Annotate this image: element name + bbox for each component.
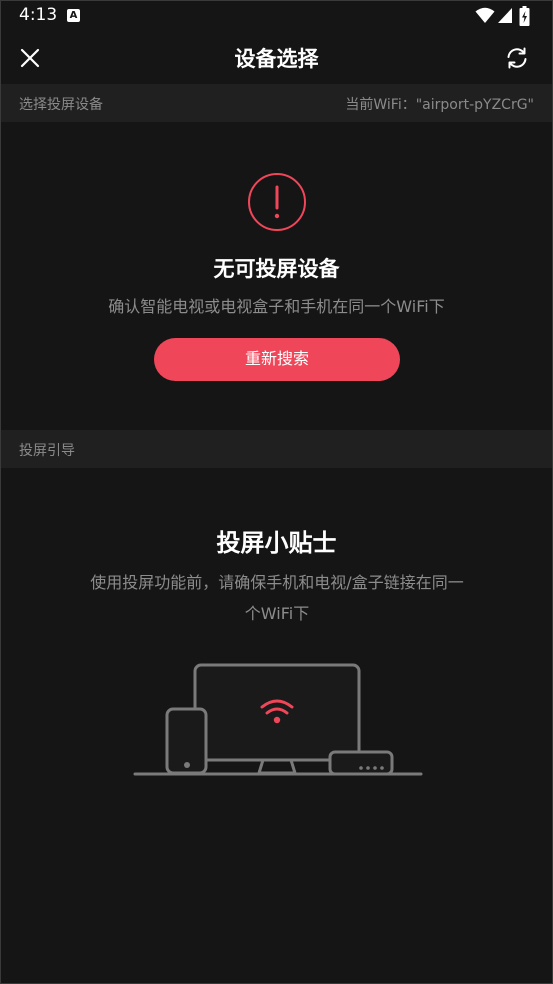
refresh-button[interactable]: [504, 45, 530, 71]
device-section-label: 选择投屏设备: [19, 97, 103, 113]
current-wifi-label: 当前WiFi："airport-pYZCrG": [345, 97, 534, 113]
guide-section-label: 投屏引导: [19, 443, 75, 459]
status-time: 4:13: [19, 5, 58, 25]
device-section-header: 选择投屏设备 当前WiFi："airport-pYZCrG": [1, 84, 552, 122]
empty-state-description: 确认智能电视或电视盒子和手机在同一个WiFi下: [108, 297, 445, 316]
screen: 4:13 A 设备选择 选择投屏设备 当前WiFi："airport-pYZCr…: [0, 0, 553, 984]
wifi-icon: [475, 7, 495, 23]
notification-badge: A: [67, 9, 80, 22]
box-illustration: [328, 750, 394, 776]
tv-illustration: [193, 663, 361, 762]
page-title: 设备选择: [234, 47, 319, 71]
tips-description: 使用投屏功能前，请确保手机和电视/盒子链接在同一 个WiFi下: [71, 567, 483, 629]
battery-charging-icon: [519, 6, 530, 26]
empty-state-title: 无可投屏设备: [213, 257, 340, 281]
devices-wifi-illustration: [133, 663, 423, 776]
status-bar: 4:13 A: [1, 1, 552, 31]
guide-section-header: 投屏引导: [1, 430, 552, 468]
refresh-icon: [507, 47, 527, 69]
tips-title: 投屏小贴士: [216, 529, 337, 557]
tips-description-line-2: 个WiFi下: [244, 604, 310, 623]
tips-description-line-1: 使用投屏功能前，请确保手机和电视/盒子链接在同一: [90, 573, 464, 592]
header: 设备选择: [1, 31, 552, 83]
alert-circle-icon: [248, 173, 306, 231]
research-button[interactable]: 重新搜索: [154, 338, 400, 381]
status-icons: [475, 6, 535, 26]
signal-icon: [498, 8, 512, 23]
